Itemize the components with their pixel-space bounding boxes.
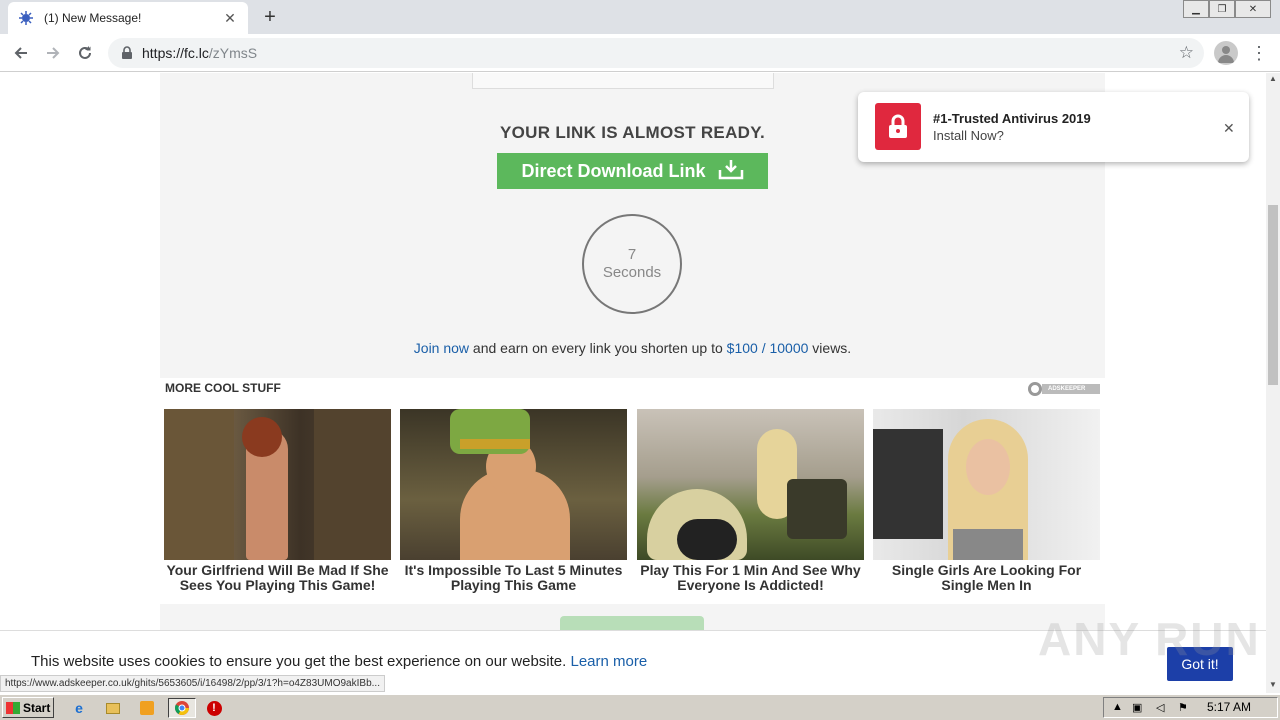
ad-title[interactable]: It's Impossible To Last 5 Minutes Playin…: [400, 563, 627, 593]
scroll-thumb[interactable]: [1268, 205, 1278, 385]
chrome-taskbar-icon[interactable]: [168, 698, 196, 718]
ad-card[interactable]: Single Girls Are Looking For Single Men …: [873, 409, 1100, 593]
start-button[interactable]: Start: [2, 697, 54, 718]
download-icon: [718, 158, 744, 185]
earn-mid-text: and earn on every link you shorten up to: [469, 340, 727, 356]
learn-more-link[interactable]: Learn more: [570, 653, 647, 670]
new-tab-button[interactable]: +: [258, 6, 282, 28]
ad-image[interactable]: [164, 409, 391, 560]
bookmark-star-icon[interactable]: ☆: [1179, 43, 1194, 63]
notification-close-icon[interactable]: ✕: [1223, 120, 1235, 137]
warning-app-icon[interactable]: !: [205, 699, 223, 717]
earn-end-text: views.: [808, 340, 852, 356]
browser-toolbar: https://fc.lc/zYmsS ☆ ⋮: [0, 34, 1280, 72]
profile-avatar-icon[interactable]: [1214, 41, 1238, 65]
ad-card[interactable]: Your Girlfriend Will Be Mad If She Sees …: [164, 409, 391, 593]
page-viewport: YOUR LINK IS ALMOST READY. Direct Downlo…: [0, 73, 1266, 693]
ad-title[interactable]: Play This For 1 Min And See Why Everyone…: [637, 563, 864, 593]
tab-title: (1) New Message!: [44, 11, 142, 25]
padlock-alert-icon: [875, 103, 921, 150]
earn-text: Join now and earn on every link you shor…: [160, 340, 1105, 356]
ad-card[interactable]: It's Impossible To Last 5 Minutes Playin…: [400, 409, 627, 593]
windows-logo-icon: [6, 701, 20, 714]
back-arrow-icon: [14, 47, 27, 59]
flag-icon[interactable]: ⚑: [1178, 701, 1188, 714]
tab-close-icon[interactable]: ✕: [222, 10, 238, 26]
lock-icon: [120, 46, 134, 60]
more-cool-stuff-title: MORE COOL STUFF: [165, 381, 281, 395]
close-window-button[interactable]: ✕: [1235, 0, 1271, 18]
join-now-link[interactable]: Join now: [414, 340, 469, 356]
reload-icon: [79, 46, 91, 59]
direct-download-button[interactable]: Direct Download Link: [497, 153, 768, 189]
scroll-down-arrow-icon[interactable]: ▼: [1266, 679, 1280, 691]
browser-tab[interactable]: (1) New Message! ✕: [8, 2, 248, 34]
antivirus-notification[interactable]: #1-Trusted Antivirus 2019 Install Now? ✕: [858, 92, 1249, 162]
download-label: Direct Download Link: [521, 160, 706, 181]
vertical-scrollbar[interactable]: ▲ ▼: [1266, 73, 1280, 693]
ad-image[interactable]: [873, 409, 1100, 560]
tab-favicon-icon: [18, 10, 34, 26]
ad-title[interactable]: Your Girlfriend Will Be Mad If She Sees …: [164, 563, 391, 593]
adskeeper-logo[interactable]: ADSKEEPER: [1028, 382, 1100, 396]
reload-button[interactable]: [72, 40, 98, 66]
status-bar-url: https://www.adskeeper.co.uk/ghits/565360…: [0, 675, 385, 692]
tab-strip: (1) New Message! ✕ + ▁ ❐ ✕: [0, 0, 1280, 34]
timer-value: 7: [627, 246, 637, 263]
start-label: Start: [23, 700, 51, 715]
payout-link[interactable]: $100 / 10000: [727, 340, 809, 356]
ad-image[interactable]: [637, 409, 864, 560]
volume-icon[interactable]: ◁: [1156, 701, 1164, 714]
watermark-logo: ANY RUN: [1038, 613, 1261, 665]
taskbar-clock: 5:17 AM: [1207, 700, 1252, 714]
network-icon[interactable]: ▣: [1132, 701, 1142, 714]
scroll-up-arrow-icon[interactable]: ▲: [1266, 73, 1280, 85]
minimize-button[interactable]: ▁: [1183, 0, 1209, 18]
explorer-folder-icon[interactable]: [104, 699, 122, 717]
countdown-timer: 7 Seconds: [582, 214, 682, 314]
system-tray: ▲ ▣ ◁ ⚑: [1103, 697, 1278, 718]
cookie-message: This website uses cookies to ensure you …: [31, 653, 567, 670]
address-bar[interactable]: https://fc.lc/zYmsS ☆: [108, 38, 1204, 68]
ad-title[interactable]: Single Girls Are Looking For Single Men …: [873, 563, 1100, 593]
key-icon: [1028, 382, 1042, 396]
ad-image[interactable]: [400, 409, 627, 560]
notification-subtitle: Install Now?: [933, 128, 1004, 143]
adskeeper-label: ADSKEEPER: [1042, 384, 1100, 394]
media-player-icon[interactable]: [138, 699, 156, 717]
top-box: [472, 73, 774, 89]
forward-arrow-icon: [47, 47, 60, 59]
cookie-text: This website uses cookies to ensure you …: [31, 653, 647, 670]
ad-card[interactable]: Play This For 1 Min And See Why Everyone…: [637, 409, 864, 593]
notification-title: #1-Trusted Antivirus 2019: [933, 111, 1091, 126]
forward-button[interactable]: [40, 40, 66, 66]
tray-arrow-icon[interactable]: ▲: [1112, 701, 1123, 713]
url-text: https://fc.lc/zYmsS: [142, 45, 258, 61]
taskbar: Start e ! ▲ ▣ ◁ ⚑: [0, 694, 1280, 720]
ie-icon[interactable]: e: [70, 699, 88, 717]
menu-kebab-icon[interactable]: ⋮: [1250, 40, 1268, 66]
restore-button[interactable]: ❐: [1209, 0, 1235, 18]
timer-unit: Seconds: [602, 264, 662, 281]
back-button[interactable]: [8, 40, 34, 66]
